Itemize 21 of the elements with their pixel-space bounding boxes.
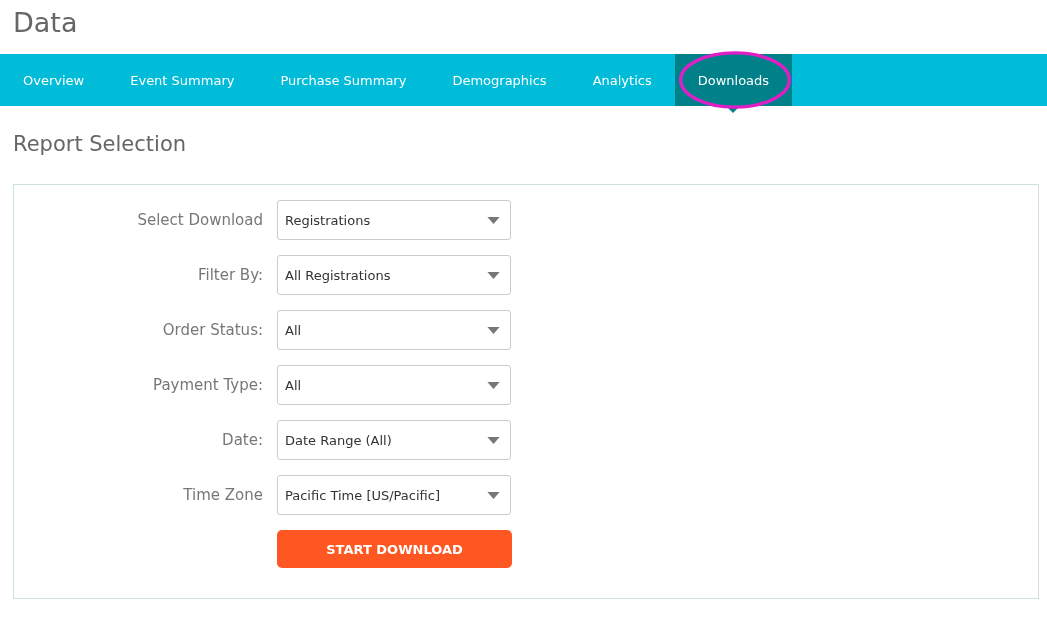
caret-icon bbox=[487, 381, 500, 389]
dropdown-field[interactable]: Pacific Time [US/Pacific] bbox=[277, 475, 511, 515]
dropdown-field[interactable]: All bbox=[277, 310, 511, 350]
field-label: Time Zone bbox=[182, 486, 263, 504]
caret-icon bbox=[487, 436, 500, 444]
dropdown-field[interactable]: Date Range (All) bbox=[277, 420, 511, 460]
page-title: Data bbox=[12, 6, 79, 40]
caret-icon bbox=[487, 271, 500, 279]
field-label: Date: bbox=[221, 431, 263, 449]
caret-icon bbox=[487, 216, 500, 224]
start-download-button[interactable]: START DOWNLOAD bbox=[277, 530, 512, 568]
dropdown-field[interactable]: Registrations bbox=[277, 200, 511, 240]
caret-icon bbox=[487, 326, 500, 334]
field-label: Order Status: bbox=[161, 321, 263, 339]
caret-icon bbox=[487, 491, 500, 499]
dropdown-field[interactable]: All Registrations bbox=[277, 255, 511, 295]
field-label: Payment Type: bbox=[152, 376, 263, 394]
field-label: Select Download bbox=[136, 211, 263, 229]
dropdown-field[interactable]: All bbox=[277, 365, 511, 405]
section-title: Report Selection bbox=[13, 131, 187, 158]
field-label: Filter By: bbox=[196, 266, 263, 284]
